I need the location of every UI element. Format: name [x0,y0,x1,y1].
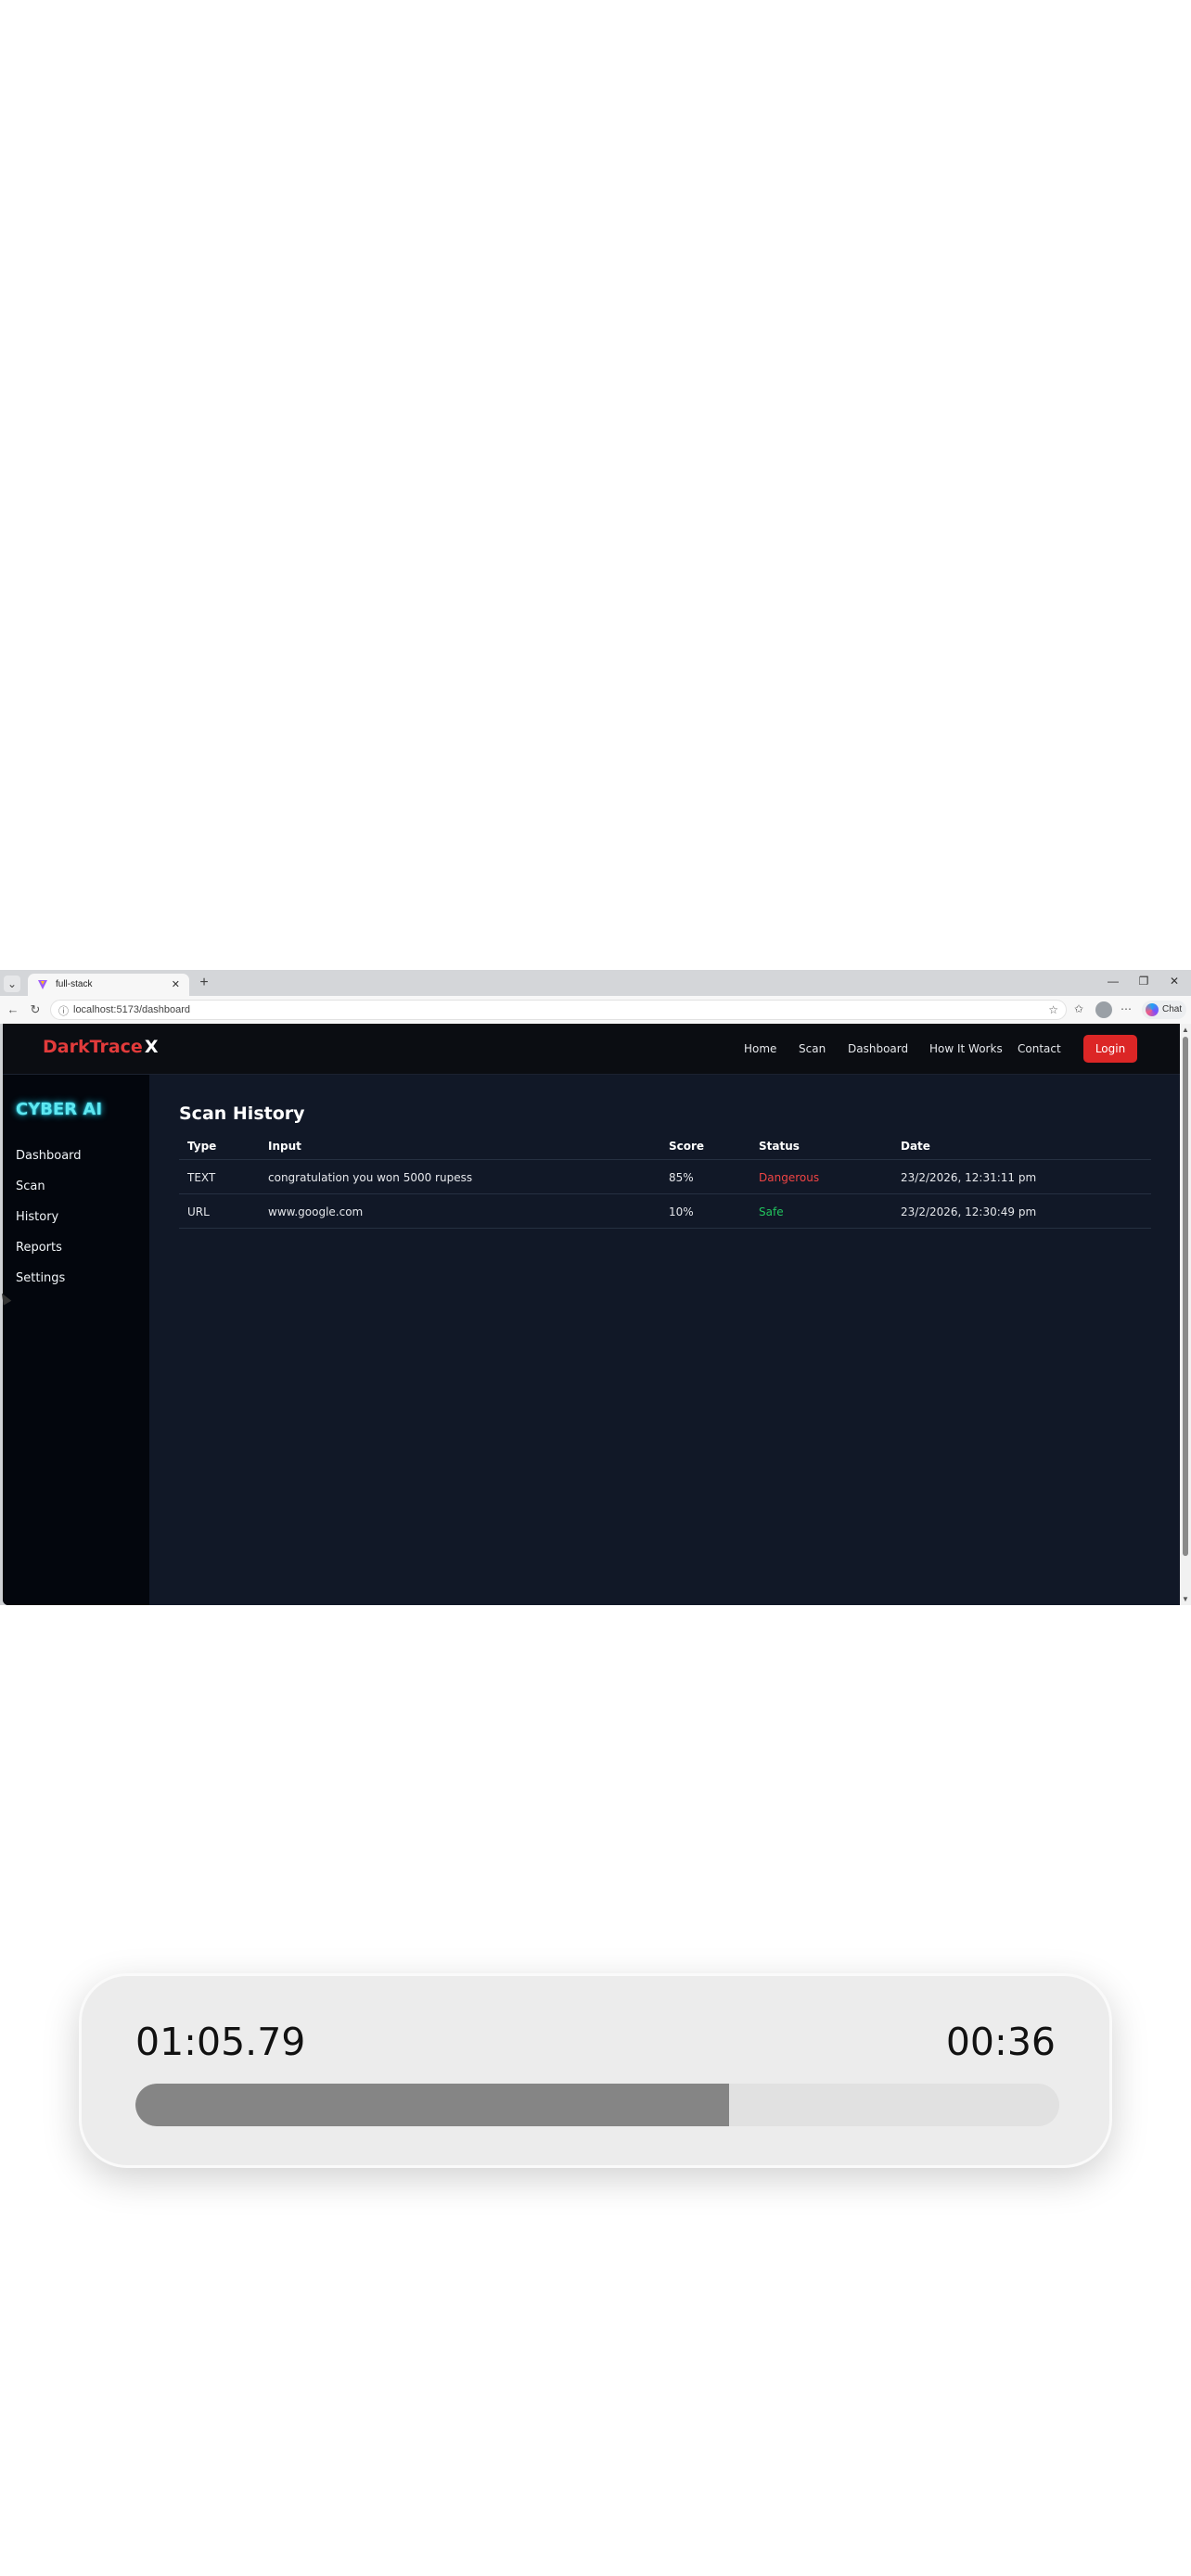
status-badge: Safe [759,1205,784,1218]
cell-score: 85% [669,1171,694,1184]
cell-score: 10% [669,1205,694,1218]
scroll-thumb[interactable] [1183,1037,1188,1556]
brand-suffix: X [144,1037,159,1057]
column-header-score: Score [669,1140,705,1153]
status-badge: Dangerous [759,1171,820,1184]
remaining-time: 00:36 [945,2020,1056,2064]
nav-how-it-works[interactable]: How It Works [929,1042,1003,1055]
table-row[interactable]: URL www.google.com 10% Safe 23/2/2026, 1… [179,1194,1151,1229]
copilot-label: Chat [1162,1004,1183,1014]
back-icon[interactable]: ← [6,1002,20,1016]
vite-icon [38,980,47,989]
scroll-down-icon[interactable]: ▼ [1182,1595,1189,1603]
tab-full-stack[interactable]: full-stack ✕ [28,974,189,996]
table-header: Type Input Score Status Date [179,1138,1151,1160]
vertical-scrollbar[interactable]: ▲ ▼ [1180,1024,1191,1605]
sidebar-item-reports[interactable]: Reports [16,1241,62,1255]
minimize-icon[interactable]: — [1104,975,1122,988]
brand-logo[interactable]: DarkTrace X [43,1037,158,1057]
browser-window: ⌄ full-stack ✕ + — ❐ ✕ ← ↻ ⓘ localhost:5… [0,970,1191,1605]
cell-input: congratulation you won 5000 rupess [268,1171,473,1184]
progress-track[interactable] [135,2084,1059,2126]
nav-home[interactable]: Home [744,1042,776,1055]
page-viewport: DarkTrace X Home Scan Dashboard How It Wo… [3,1024,1180,1605]
refresh-icon[interactable]: ↻ [28,1002,43,1017]
copilot-button[interactable]: Chat [1142,1001,1186,1019]
scroll-up-icon[interactable]: ▲ [1182,1026,1189,1034]
login-button[interactable]: Login [1083,1035,1137,1063]
tab-title: full-stack [56,979,93,989]
sidebar-item-settings[interactable]: Settings [16,1271,65,1285]
sidebar: CYBER AI Dashboard Scan History Reports … [3,1075,149,1605]
close-tab-icon[interactable]: ✕ [172,978,180,990]
star-icon[interactable]: ☆ [1048,1003,1058,1016]
nav-scan[interactable]: Scan [799,1042,826,1055]
timer-card: 01:05.79 00:36 [79,1973,1112,2168]
sidebar-item-history[interactable]: History [16,1210,58,1224]
sidebar-item-scan[interactable]: Scan [16,1180,45,1193]
cell-date: 23/2/2026, 12:30:49 pm [901,1205,1037,1218]
more-icon[interactable]: ⋯ [1119,1002,1133,1015]
top-navbar: DarkTrace X Home Scan Dashboard How It Wo… [3,1024,1180,1075]
column-header-date: Date [901,1140,930,1153]
tab-bar: ⌄ full-stack ✕ + — ❐ ✕ [0,970,1191,996]
nav-contact[interactable]: Contact [1018,1042,1061,1055]
url-text[interactable]: localhost:5173/dashboard [73,1004,190,1015]
restore-icon[interactable]: ❐ [1134,975,1153,988]
elapsed-time: 01:05.79 [135,2020,306,2064]
cell-date: 23/2/2026, 12:31:11 pm [901,1171,1037,1184]
sidebar-title: CYBER AI [16,1100,103,1119]
history-table: Type Input Score Status Date TEXT congra… [179,1138,1151,1229]
brand-name: DarkTrace [43,1037,143,1057]
url-field[interactable]: ⓘ localhost:5173/dashboard ☆ [50,1000,1067,1020]
favorites-icon[interactable]: ✩ [1071,1002,1086,1015]
sidebar-item-dashboard[interactable]: Dashboard [16,1149,82,1163]
cell-type: TEXT [187,1171,216,1184]
table-row[interactable]: TEXT congratulation you won 5000 rupess … [179,1160,1151,1194]
address-bar: ← ↻ ⓘ localhost:5173/dashboard ☆ ✩ ⋯ Cha… [0,996,1191,1024]
column-header-type: Type [187,1140,217,1153]
column-header-input: Input [268,1140,301,1153]
site-info-icon[interactable]: ⓘ [58,1003,69,1018]
page-title: Scan History [179,1103,305,1124]
cell-input: www.google.com [268,1205,364,1218]
column-header-status: Status [759,1140,800,1153]
progress-fill [135,2084,730,2126]
main-content: Scan History Type Input Score Status Dat… [149,1075,1180,1605]
tab-list-chevron-icon[interactable]: ⌄ [4,976,20,992]
copilot-icon [1146,1003,1159,1016]
nav-dashboard[interactable]: Dashboard [848,1042,908,1055]
window-close-icon[interactable]: ✕ [1165,975,1184,988]
profile-icon[interactable] [1095,1001,1112,1018]
cell-type: URL [187,1205,210,1218]
new-tab-button[interactable]: + [195,974,213,992]
